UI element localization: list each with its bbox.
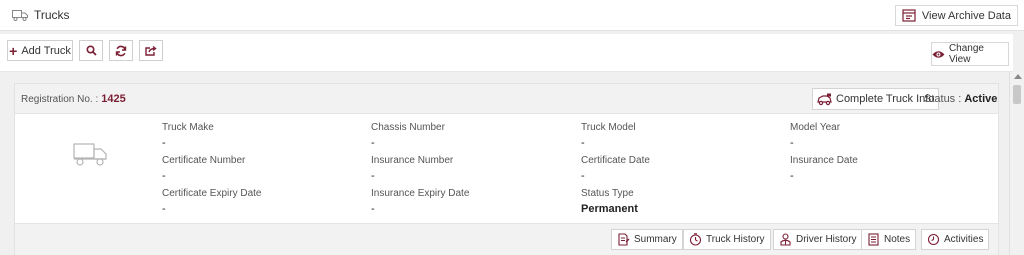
archive-icon [902,9,916,22]
complete-truck-info-button[interactable]: Complete Truck Info [812,88,940,110]
field-certificate-number: Certificate Number - [162,155,245,182]
plus-icon: + [9,42,18,59]
summary-button[interactable]: Summary [611,229,683,250]
scrollbar[interactable] [1009,72,1024,255]
registration-value: 1425 [101,93,126,105]
truck-icon [12,10,28,21]
truck-info-icon [817,93,832,105]
status-type-value: Permanent [581,203,638,215]
truck-history-label: Truck History [706,234,765,245]
field-truck-model: Truck Model - [581,122,636,149]
search-button[interactable] [79,40,103,61]
card-footer: Summary Truck History Driver History Not… [15,223,998,255]
top-bar: Trucks View Archive Data [0,0,1024,31]
search-icon [85,45,97,56]
scroll-thumb[interactable] [1013,85,1021,104]
driver-icon [780,233,791,246]
field-certificate-expiry-date: Certificate Expiry Date - [162,188,261,215]
insurance-date-value: - [790,170,794,182]
truck-history-button[interactable]: Truck History [683,229,771,250]
change-view-label: Change View [948,43,984,65]
add-truck-label: Add Truck [21,44,71,57]
registration-label: Registration No. : [21,94,99,105]
chassis-number-value: - [371,137,375,149]
certificate-date-label: Certificate Date [581,155,650,166]
export-icon [145,45,157,56]
status-badge: Active [964,93,998,105]
chassis-number-label: Chassis Number [371,122,445,133]
notes-icon [868,233,879,246]
driver-history-label: Driver History [796,234,857,245]
status: Status : Active [924,93,997,105]
eye-icon [932,50,945,58]
registration: Registration No. :1425 [21,93,126,105]
field-insurance-date: Insurance Date - [790,155,858,182]
notes-label: Notes [884,234,911,245]
driver-history-button[interactable]: Driver History [773,229,863,250]
activities-button[interactable]: Activities [921,229,990,250]
insurance-expiry-date-label: Insurance Expiry Date [371,188,470,199]
activities-label: Activities [944,234,984,245]
summary-icon [618,233,630,246]
view-archive-label: View Archive Data [921,9,1011,22]
add-truck-button[interactable]: + Add Truck [7,40,73,61]
history-icon [689,233,702,246]
view-archive-button[interactable]: View Archive Data [894,5,1018,26]
certificate-number-label: Certificate Number [162,155,246,166]
status-label: Status : [924,93,962,105]
insurance-date-label: Insurance Date [790,155,858,166]
notes-button[interactable]: Notes [861,229,917,250]
complete-truck-info-label: Complete Truck Info [836,93,935,105]
certificate-expiry-date-label: Certificate Expiry Date [162,188,262,199]
export-button[interactable] [139,40,163,61]
page-title: Trucks [12,8,70,22]
status-type-label: Status Type [581,188,634,199]
card-header: Registration No. :1425 Complete Truck In… [15,84,998,114]
scroll-up-arrow[interactable] [1014,74,1022,79]
insurance-number-value: - [371,170,375,182]
refresh-button[interactable] [109,40,133,61]
insurance-number-label: Insurance Number [371,155,454,166]
truck-card: Registration No. :1425 Complete Truck In… [14,83,999,255]
truck-make-value: - [162,137,166,149]
summary-label: Summary [634,234,677,245]
activities-icon [927,233,940,246]
truck-model-value: - [581,137,585,149]
model-year-value: - [790,137,794,149]
change-view-button[interactable]: Change View [931,42,1009,66]
field-status-type: Status Type Permanent [581,188,638,215]
model-year-label: Model Year [790,122,841,133]
field-insurance-number: Insurance Number - [371,155,453,182]
field-insurance-expiry-date: Insurance Expiry Date - [371,188,469,215]
truck-make-label: Truck Make [162,122,214,133]
field-certificate-date: Certificate Date - [581,155,650,182]
toolbar: + Add Truck Change View [0,34,1013,72]
insurance-expiry-date-value: - [371,203,375,215]
certificate-date-value: - [581,170,585,182]
truck-model-label: Truck Model [581,122,636,133]
refresh-icon [115,45,127,56]
field-chassis-number: Chassis Number - [371,122,445,149]
truck-image-icon [73,143,107,166]
field-truck-make: Truck Make - [162,122,214,149]
certificate-number-value: - [162,170,166,182]
certificate-expiry-date-value: - [162,203,166,215]
field-model-year: Model Year - [790,122,840,149]
page-title-text: Trucks [34,8,70,22]
